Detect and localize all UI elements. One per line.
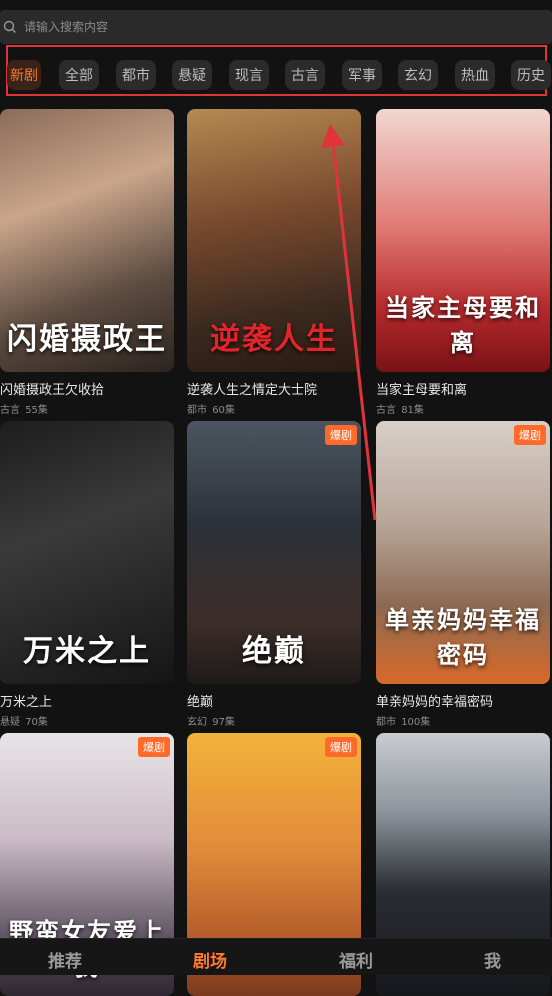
search-input[interactable] bbox=[22, 19, 526, 35]
search-icon bbox=[3, 20, 16, 33]
drama-meta: 都市 60集 bbox=[187, 401, 235, 416]
hot-badge: 爆剧 bbox=[514, 425, 546, 445]
drama-episodes: 97集 bbox=[212, 717, 235, 728]
drama-poster[interactable]: 单亲妈妈幸福密码 爆剧 bbox=[376, 421, 550, 684]
drama-poster[interactable]: 逆袭人生 bbox=[187, 109, 361, 372]
drama-poster[interactable]: 绝巅 爆剧 bbox=[187, 421, 361, 684]
drama-title[interactable]: 单亲妈妈的幸福密码 bbox=[376, 691, 493, 710]
drama-title[interactable]: 闪婚摄政王欠收拾 bbox=[0, 379, 104, 398]
category-tab-history[interactable]: 历史 bbox=[511, 60, 551, 90]
drama-meta: 都市 100集 bbox=[376, 713, 430, 728]
drama-episodes: 70集 bbox=[25, 717, 48, 728]
category-tab-all[interactable]: 全部 bbox=[59, 60, 99, 90]
poster-title-art: 绝巅 bbox=[242, 634, 306, 669]
drama-genre: 古言 bbox=[0, 405, 20, 416]
category-tab-fantasy[interactable]: 玄幻 bbox=[398, 60, 438, 90]
tab-benefits[interactable]: 福利 bbox=[339, 947, 373, 972]
drama-poster[interactable]: 闪婚摄政王 bbox=[0, 109, 174, 372]
bottom-tab-bar: 推荐 剧场 福利 我 bbox=[0, 938, 552, 975]
tab-recommend[interactable]: 推荐 bbox=[48, 947, 82, 972]
hot-badge: 爆剧 bbox=[325, 425, 357, 445]
drama-episodes: 100集 bbox=[401, 717, 431, 728]
category-tab-city[interactable]: 都市 bbox=[116, 60, 156, 90]
drama-title[interactable]: 绝巅 bbox=[187, 691, 213, 710]
drama-episodes: 55集 bbox=[25, 405, 48, 416]
drama-genre: 都市 bbox=[376, 717, 396, 728]
category-tab-new[interactable]: 新剧 bbox=[7, 60, 41, 90]
poster-title-art: 单亲妈妈幸福密码 bbox=[385, 605, 541, 669]
drama-genre: 古言 bbox=[376, 405, 396, 416]
search-bar[interactable] bbox=[0, 10, 552, 44]
drama-episodes: 60集 bbox=[212, 405, 235, 416]
category-tab-suspense[interactable]: 悬疑 bbox=[172, 60, 212, 90]
drama-genre: 都市 bbox=[187, 405, 207, 416]
drama-title[interactable]: 逆袭人生之情定大士院 bbox=[187, 379, 317, 398]
poster-title-art: 万米之上 bbox=[23, 634, 151, 669]
drama-meta: 古言 55集 bbox=[0, 401, 48, 416]
drama-genre: 悬疑 bbox=[0, 717, 20, 728]
poster-title-art: 闪婚摄政王 bbox=[7, 322, 167, 357]
drama-genre: 玄幻 bbox=[187, 717, 207, 728]
drama-title[interactable]: 万米之上 bbox=[0, 691, 52, 710]
drama-meta: 玄幻 97集 bbox=[187, 713, 235, 728]
category-tab-ancient-romance[interactable]: 古言 bbox=[285, 60, 325, 90]
tab-theater[interactable]: 剧场 bbox=[193, 947, 227, 972]
drama-meta: 悬疑 70集 bbox=[0, 713, 48, 728]
category-bar: 新剧 全部 都市 悬疑 现言 古言 军事 玄幻 热血 历史 bbox=[6, 45, 551, 96]
drama-poster[interactable]: 当家主母要和离 bbox=[376, 109, 550, 372]
hot-badge: 爆剧 bbox=[138, 737, 170, 757]
tab-me[interactable]: 我 bbox=[484, 947, 501, 972]
category-tab-modern-romance[interactable]: 现言 bbox=[229, 60, 269, 90]
drama-episodes: 81集 bbox=[401, 405, 424, 416]
poster-title-art: 当家主母要和离 bbox=[385, 293, 541, 357]
drama-poster[interactable]: 万米之上 bbox=[0, 421, 174, 684]
poster-title-art: 逆袭人生 bbox=[210, 322, 338, 357]
category-tab-military[interactable]: 军事 bbox=[342, 60, 382, 90]
drama-meta: 古言 81集 bbox=[376, 401, 424, 416]
hot-badge: 爆剧 bbox=[325, 737, 357, 757]
category-tab-action[interactable]: 热血 bbox=[455, 60, 495, 90]
drama-title[interactable]: 当家主母要和离 bbox=[376, 379, 467, 398]
